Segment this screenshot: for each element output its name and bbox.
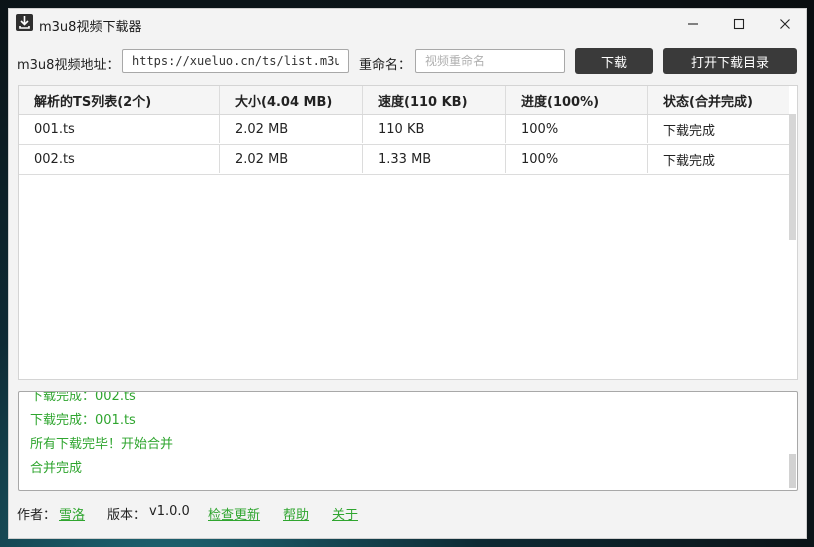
minimize-icon <box>688 23 698 25</box>
column-header-ts-list[interactable]: 解析的TS列表(2个) <box>19 86 220 114</box>
column-header-status[interactable]: 状态(合并完成) <box>648 86 789 114</box>
cell-status: 下载完成 <box>663 153 716 169</box>
column-header-speed[interactable]: 速度(110 KB) <box>363 86 506 114</box>
cell-filename: 002.ts <box>19 145 220 173</box>
rename-label: 重命名： <box>359 58 412 73</box>
close-button[interactable] <box>762 9 808 39</box>
version-label: 版本： <box>107 508 147 523</box>
about-link[interactable]: 关于 <box>332 504 358 523</box>
table-scrollbar[interactable] <box>789 114 796 240</box>
download-icon <box>16 14 33 31</box>
rename-input[interactable] <box>415 49 565 73</box>
log-line: 所有下载完毕！开始合并 <box>30 437 174 452</box>
cell-progress: 100% <box>506 115 648 143</box>
cell-size: 2.02 MB <box>220 115 363 143</box>
log-line: 下载完成：001.ts <box>30 413 136 428</box>
cell-filename: 001.ts <box>19 115 220 143</box>
app-window: m3u8视频下载器 m3u8视频地址： 重命名： 下载 打开下载目录 解析的TS… <box>8 8 807 539</box>
minimize-button[interactable] <box>670 9 716 39</box>
ts-table: 解析的TS列表(2个) 大小(4.04 MB) 速度(110 KB) 进度(10… <box>18 85 798 380</box>
table-row[interactable]: 002.ts 2.02 MB 1.33 MB 100% 下载完成 <box>19 145 789 175</box>
cell-size: 2.02 MB <box>220 145 363 173</box>
column-header-size[interactable]: 大小(4.04 MB) <box>220 86 363 114</box>
cell-speed: 1.33 MB <box>363 145 506 173</box>
table-header: 解析的TS列表(2个) 大小(4.04 MB) 速度(110 KB) 进度(10… <box>19 86 789 115</box>
footer: 作者： 雪洛 版本： v1.0.0 检查更新 帮助 关于 <box>9 502 806 523</box>
author-label: 作者： <box>17 508 57 523</box>
cell-speed: 110 KB <box>363 115 506 143</box>
url-label: m3u8视频地址： <box>17 58 120 73</box>
input-row: m3u8视频地址： 重命名： 下载 打开下载目录 <box>9 48 806 75</box>
log-line: 合并完成 <box>30 461 83 476</box>
log-lines: 下载完成：002.ts 下载完成：001.ts 所有下载完毕！开始合并 合并完成 <box>30 391 174 481</box>
check-update-link[interactable]: 检查更新 <box>208 504 260 523</box>
window-title: m3u8视频下载器 <box>39 20 142 35</box>
cell-status: 下载完成 <box>663 123 716 139</box>
table-row[interactable]: 001.ts 2.02 MB 110 KB 100% 下载完成 <box>19 115 789 145</box>
log-line: 下载完成：002.ts <box>30 391 136 404</box>
url-input[interactable] <box>122 49 349 73</box>
log-scrollbar[interactable] <box>789 454 796 488</box>
download-button[interactable]: 下载 <box>575 48 653 74</box>
column-header-progress[interactable]: 进度(100%) <box>506 86 648 114</box>
version-value: v1.0.0 <box>149 504 190 519</box>
cell-progress: 100% <box>506 145 648 173</box>
author-link[interactable]: 雪洛 <box>59 504 85 523</box>
close-icon <box>780 19 790 29</box>
open-download-dir-button[interactable]: 打开下载目录 <box>663 48 797 74</box>
table-body: 001.ts 2.02 MB 110 KB 100% 下载完成 002.ts 2… <box>19 115 789 175</box>
maximize-icon <box>733 18 745 30</box>
help-link[interactable]: 帮助 <box>283 504 309 523</box>
title-bar[interactable]: m3u8视频下载器 <box>9 9 806 39</box>
log-output[interactable]: 下载完成：002.ts 下载完成：001.ts 所有下载完毕！开始合并 合并完成 <box>18 391 798 491</box>
maximize-button[interactable] <box>716 9 762 39</box>
